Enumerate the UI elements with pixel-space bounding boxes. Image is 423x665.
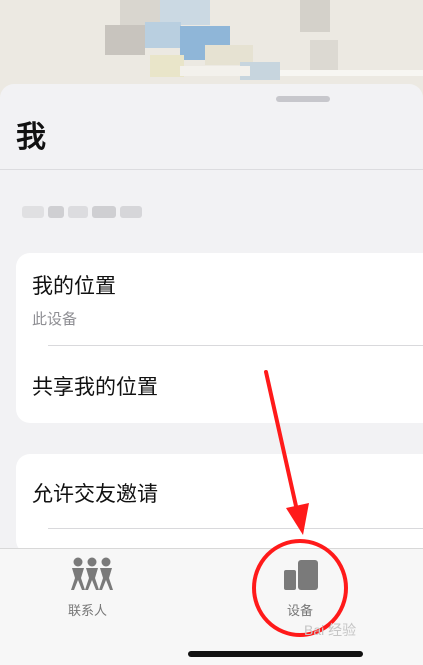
share-my-location-row[interactable]: 共享我的位置 <box>32 371 158 401</box>
divider <box>48 345 423 346</box>
tab-devices-label: 设备 <box>287 604 314 619</box>
map-tile <box>150 55 184 77</box>
map-tile <box>310 40 338 70</box>
divider <box>0 169 423 170</box>
divider <box>48 528 423 529</box>
sheet-grabber[interactable] <box>276 96 330 102</box>
map-tile <box>145 22 181 48</box>
map-road <box>280 70 423 76</box>
tab-people-label: 联系人 <box>68 604 108 619</box>
page-title: 我 <box>16 120 46 155</box>
devices-icon <box>284 560 318 590</box>
my-location-row[interactable]: 我的位置 <box>32 270 116 300</box>
map-road <box>180 66 250 76</box>
home-indicator <box>188 651 363 657</box>
tab-devices[interactable] <box>282 558 320 592</box>
people-icon <box>71 557 113 590</box>
allow-friend-requests-row[interactable]: 允许交友邀请 <box>32 478 158 508</box>
map-tile <box>300 0 330 32</box>
tab-people[interactable] <box>66 556 118 592</box>
tab-bar <box>0 548 423 665</box>
map-tile <box>105 25 145 55</box>
current-location-redacted <box>22 200 150 222</box>
my-location-subtitle: 此设备 <box>32 310 78 328</box>
watermark: Bai 经验 <box>304 622 357 638</box>
